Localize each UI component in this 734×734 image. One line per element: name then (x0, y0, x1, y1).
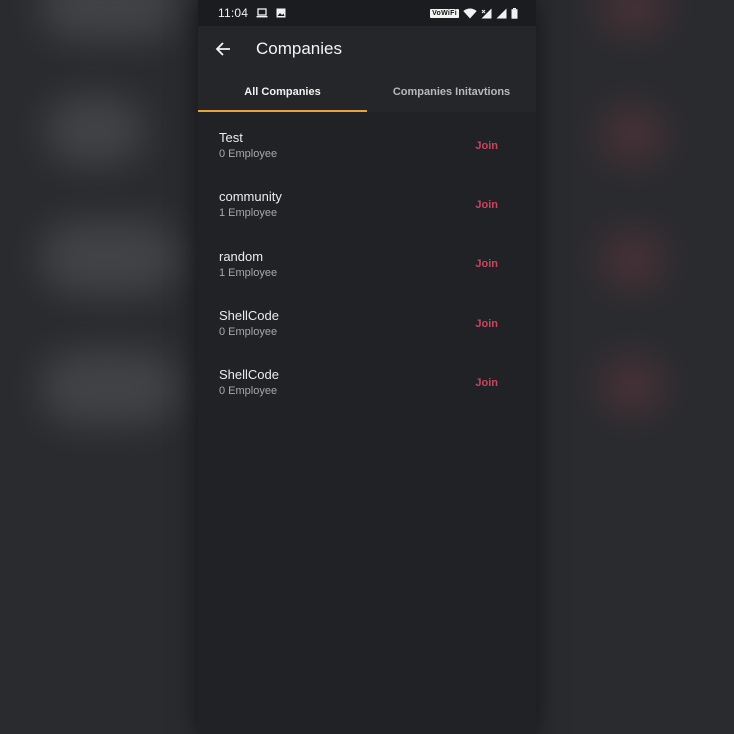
laptop-icon (256, 8, 268, 18)
tab-label: Companies Initavtions (392, 86, 511, 98)
list-item[interactable]: Test 0 Employee Join (198, 116, 536, 175)
join-button[interactable]: Join (475, 252, 498, 276)
background-blur-block (40, 350, 180, 425)
company-name: ShellCode (219, 367, 279, 383)
background-blur-block (40, 0, 180, 40)
employee-count: 1 Employee (219, 207, 278, 220)
join-button[interactable]: Join (475, 193, 498, 217)
background-blur-dot (600, 230, 665, 290)
background-blur-dot (600, 105, 665, 165)
background-blur-block (40, 220, 180, 295)
join-button[interactable]: Join (475, 312, 498, 336)
employee-count: 1 Employee (219, 266, 278, 279)
company-name: community (219, 189, 282, 205)
wifi-icon (463, 8, 477, 19)
company-name: Test (219, 130, 243, 146)
employee-count: 0 Employee (219, 385, 278, 398)
signal-icon (481, 8, 492, 19)
employee-count: 0 Employee (219, 148, 278, 161)
background-blur-block (45, 95, 145, 165)
list-item[interactable]: ShellCode 0 Employee Join (198, 294, 536, 353)
background-blur-dot (600, 355, 665, 415)
tab-bar: All Companies Companies Initavtions (198, 72, 536, 112)
tab-label: All Companies (244, 86, 321, 98)
list-item[interactable]: ShellCode 0 Employee Join (198, 353, 536, 412)
page-title: Companies (256, 39, 342, 58)
battery-icon (511, 7, 518, 19)
join-button[interactable]: Join (475, 371, 498, 395)
list-item[interactable]: random 1 Employee Join (198, 235, 536, 294)
vowifi-badge: VoWiFi (430, 8, 459, 18)
employee-count: 0 Employee (219, 326, 278, 339)
status-bar: 11:04 VoWiFi (198, 0, 536, 26)
tab-all-companies[interactable]: All Companies (198, 72, 367, 112)
background-blur-dot (598, 0, 668, 35)
list-item[interactable]: community 1 Employee Join (198, 175, 536, 234)
arrow-left-icon (215, 42, 230, 56)
company-name: random (219, 248, 264, 264)
signal-icon (496, 8, 507, 19)
company-name: ShellCode (219, 308, 279, 324)
phone-screen: 11:04 VoWiFi Companies All Companies Com… (198, 0, 536, 734)
image-icon (276, 8, 286, 18)
companies-list: Test 0 Employee Join community 1 Employe… (198, 112, 536, 412)
back-button[interactable] (212, 38, 234, 60)
join-button[interactable]: Join (475, 134, 498, 158)
tab-companies-invitations[interactable]: Companies Initavtions (367, 72, 536, 112)
status-time: 11:04 (218, 6, 249, 20)
app-bar: Companies (198, 26, 536, 72)
